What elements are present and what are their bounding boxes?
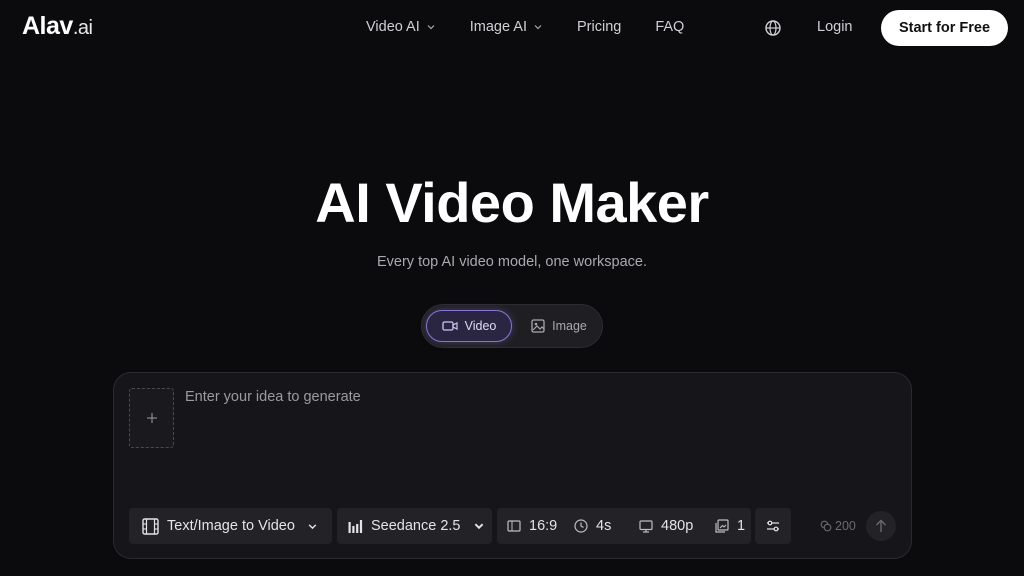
nav-item-label: Image AI bbox=[469, 19, 527, 35]
top-navbar: Alav.ai Video AI Image AI Pricing FAQ Lo… bbox=[0, 0, 1024, 56]
brand-logo[interactable]: Alav.ai bbox=[22, 12, 93, 41]
output-count-value: 1 bbox=[737, 518, 746, 534]
generation-mode-label: Text/Image to Video bbox=[167, 518, 295, 534]
arrow-up-icon bbox=[876, 519, 886, 532]
model-select[interactable]: Seedance 2.5 bbox=[337, 508, 492, 544]
chevron-down-icon bbox=[474, 523, 483, 530]
main-nav: Video AI Image AI Pricing FAQ bbox=[366, 19, 684, 35]
nav-item-pricing[interactable]: Pricing bbox=[577, 19, 621, 35]
monitor-icon bbox=[639, 519, 653, 533]
clock-icon bbox=[574, 519, 588, 533]
page-subtitle: Every top AI video model, one workspace. bbox=[376, 254, 647, 270]
resolution-value: 480p bbox=[661, 518, 694, 534]
bar-chart-icon bbox=[348, 519, 363, 533]
nav-item-label: FAQ bbox=[655, 19, 685, 35]
brand-suffix: .ai bbox=[72, 17, 93, 39]
images-icon bbox=[715, 519, 729, 533]
upload-reference-button[interactable] bbox=[129, 388, 174, 448]
duration-value: 4s bbox=[596, 518, 612, 534]
prompt-panel: Text/Image to Video Seedance 2.5 16:9 4s bbox=[113, 372, 912, 559]
nav-item-label: Pricing bbox=[577, 19, 622, 35]
generation-mode-select[interactable]: Text/Image to Video bbox=[129, 508, 332, 544]
nav-item-label: Video AI bbox=[366, 19, 420, 35]
tab-label: Image bbox=[552, 319, 587, 333]
generate-button[interactable] bbox=[866, 511, 896, 541]
model-label: Seedance 2.5 bbox=[371, 518, 461, 534]
resolution-setting[interactable]: 480p bbox=[639, 508, 693, 544]
image-icon bbox=[531, 319, 545, 333]
page-title: AI Video Maker bbox=[315, 171, 709, 234]
aspect-ratio-icon bbox=[507, 520, 521, 532]
prompt-input[interactable] bbox=[185, 389, 885, 469]
sliders-icon bbox=[767, 520, 779, 532]
aspect-ratio-setting[interactable]: 16:9 bbox=[507, 508, 557, 544]
nav-item-video-ai[interactable]: Video AI bbox=[366, 19, 436, 35]
chevron-down-icon bbox=[308, 523, 317, 529]
video-camera-icon bbox=[441, 321, 458, 331]
credit-cost: 200 bbox=[820, 519, 856, 533]
tab-label: Video bbox=[464, 319, 497, 333]
duration-setting[interactable]: 4s bbox=[574, 508, 611, 544]
aspect-ratio-value: 16:9 bbox=[529, 518, 558, 534]
brand-name: Alav bbox=[22, 12, 73, 40]
coins-icon bbox=[820, 520, 832, 532]
film-icon bbox=[142, 517, 159, 535]
tab-image[interactable]: Image bbox=[518, 310, 600, 342]
login-link[interactable]: Login bbox=[817, 19, 852, 35]
globe-icon[interactable] bbox=[764, 19, 782, 37]
mode-toggle: Video Image bbox=[421, 304, 603, 348]
plus-icon bbox=[146, 413, 157, 423]
advanced-settings-button[interactable] bbox=[755, 508, 791, 544]
chevron-down-icon bbox=[534, 25, 542, 30]
credit-cost-value: 200 bbox=[835, 519, 856, 533]
nav-item-image-ai[interactable]: Image AI bbox=[470, 19, 543, 35]
chevron-down-icon bbox=[427, 25, 435, 30]
nav-item-faq[interactable]: FAQ bbox=[655, 19, 684, 35]
start-for-free-button[interactable]: Start for Free bbox=[881, 10, 1008, 46]
tab-video[interactable]: Video bbox=[426, 310, 512, 342]
output-count-setting[interactable]: 1 bbox=[715, 508, 745, 544]
output-settings[interactable]: 16:9 4s 480p 1 bbox=[497, 508, 751, 544]
